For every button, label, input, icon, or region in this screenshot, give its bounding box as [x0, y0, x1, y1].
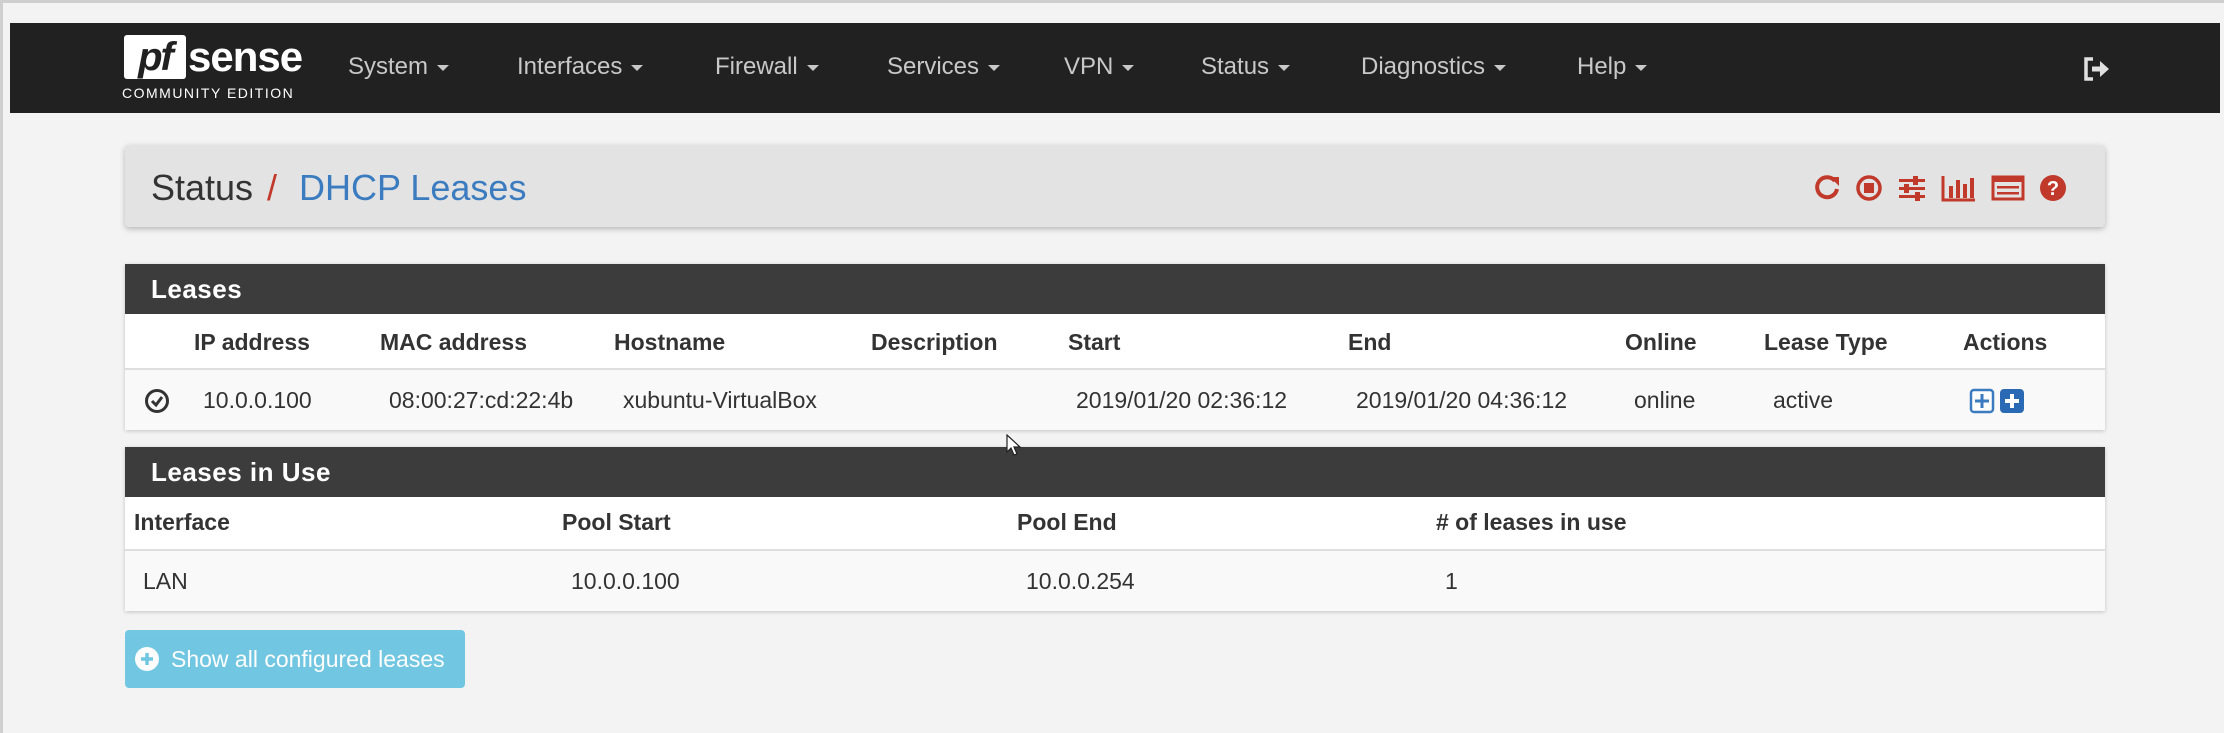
table-row: LAN 10.0.0.100 10.0.0.254 1	[125, 551, 2105, 611]
caret-down-icon	[1635, 64, 1648, 71]
caret-down-icon	[1278, 64, 1291, 71]
col-pool-start: Pool Start	[562, 509, 671, 535]
lease-hostname: xubuntu-VirtualBox	[623, 387, 817, 413]
settings-sliders-icon[interactable]	[1897, 174, 1927, 202]
nav-help[interactable]: Help	[1577, 53, 1648, 81]
caret-down-icon	[1122, 64, 1135, 71]
col-hostname: Hostname	[614, 329, 726, 355]
col-pool-end: Pool End	[1017, 509, 1117, 535]
add-wol-mapping-icon[interactable]	[1999, 388, 2025, 414]
mouse-cursor-icon	[1006, 434, 1022, 456]
pool-start: 10.0.0.100	[571, 568, 680, 594]
page-toolbar: ?	[1813, 173, 2067, 203]
nav-status[interactable]: Status	[1201, 53, 1291, 81]
nav-system-label: System	[348, 53, 429, 80]
nav-system[interactable]: System	[348, 53, 450, 81]
lease-ip: 10.0.0.100	[203, 387, 312, 413]
nav-help-label: Help	[1577, 53, 1627, 80]
lease-mac: 08:00:27:cd:22:4b	[389, 387, 574, 413]
lease-start: 2019/01/20 02:36:12	[1076, 387, 1288, 413]
breadcrumb-separator: /	[267, 167, 278, 208]
col-leases-in-use: # of leases in use	[1436, 509, 1627, 535]
logo-edition: COMMUNITY EDITION	[122, 85, 295, 101]
breadcrumb-parent[interactable]: Status	[151, 167, 253, 209]
pfsense-logo[interactable]: pf sense COMMUNITY EDITION	[118, 31, 318, 106]
col-mac-address: MAC address	[380, 329, 527, 355]
lease-online: online	[1634, 387, 1696, 413]
page-title[interactable]: DHCP Leases	[299, 167, 526, 209]
caret-down-icon	[631, 64, 644, 71]
nav-diagnostics[interactable]: Diagnostics	[1361, 53, 1507, 81]
nav-vpn[interactable]: VPN	[1064, 53, 1135, 81]
caret-down-icon	[806, 64, 819, 71]
nav-services-label: Services	[887, 53, 980, 80]
add-static-mapping-icon[interactable]	[1969, 388, 1995, 414]
caret-down-icon	[1494, 64, 1507, 71]
pool-interface: LAN	[143, 568, 188, 594]
show-all-leases-label: Show all configured leases	[171, 646, 445, 672]
check-circle-icon	[145, 389, 169, 413]
logo-wordmark: sense	[188, 33, 303, 80]
svg-text:?: ?	[2047, 178, 2059, 200]
nav-interfaces[interactable]: Interfaces	[517, 53, 644, 81]
nav-status-label: Status	[1201, 53, 1270, 80]
leases-in-use-title: Leases in Use	[125, 447, 2105, 497]
breadcrumb: Status / DHCP Leases ?	[125, 145, 2105, 227]
col-interface: Interface	[134, 509, 230, 535]
refresh-icon[interactable]	[1813, 174, 1841, 202]
caret-down-icon	[437, 64, 450, 71]
col-description: Description	[871, 329, 998, 355]
lease-end: 2019/01/20 04:36:12	[1356, 387, 1568, 413]
top-navbar: pf sense COMMUNITY EDITION System Interf…	[10, 23, 2220, 113]
table-row: 10.0.0.100 08:00:27:cd:22:4b xubuntu-Vir…	[125, 370, 2105, 430]
nav-services[interactable]: Services	[887, 53, 1001, 81]
col-actions: Actions	[1963, 329, 2048, 355]
leases-in-use-panel: Leases in Use Interface Pool Start Pool …	[125, 447, 2105, 611]
col-end: End	[1348, 329, 1392, 355]
col-lease-type: Lease Type	[1764, 329, 1888, 355]
list-icon[interactable]	[1991, 174, 2025, 202]
show-all-leases-button[interactable]: Show all configured leases	[125, 630, 465, 688]
logout-icon[interactable]	[2082, 56, 2112, 82]
pool-end: 10.0.0.254	[1026, 568, 1135, 594]
plus-circle-icon	[135, 647, 159, 671]
lease-type: active	[1773, 387, 1834, 413]
nav-firewall-label: Firewall	[715, 53, 798, 80]
bar-chart-icon[interactable]	[1941, 174, 1977, 202]
caret-down-icon	[988, 64, 1001, 71]
leases-panel-title: Leases	[125, 264, 2105, 314]
nav-vpn-label: VPN	[1064, 53, 1114, 80]
col-start: Start	[1068, 329, 1121, 355]
col-ip-address: IP address	[194, 329, 310, 355]
nav-firewall[interactable]: Firewall	[715, 53, 819, 81]
logo-pf-mark: pf	[124, 35, 186, 79]
nav-interfaces-label: Interfaces	[517, 53, 623, 80]
leases-panel: Leases IP address MAC address Hostname D…	[125, 264, 2105, 430]
pool-lease-count: 1	[1445, 568, 1458, 594]
nav-diagnostics-label: Diagnostics	[1361, 53, 1486, 80]
col-online: Online	[1625, 329, 1697, 355]
browser-viewport: pf sense COMMUNITY EDITION System Interf…	[0, 0, 2224, 733]
help-icon[interactable]: ?	[2039, 174, 2067, 202]
stop-icon[interactable]	[1855, 174, 1883, 202]
